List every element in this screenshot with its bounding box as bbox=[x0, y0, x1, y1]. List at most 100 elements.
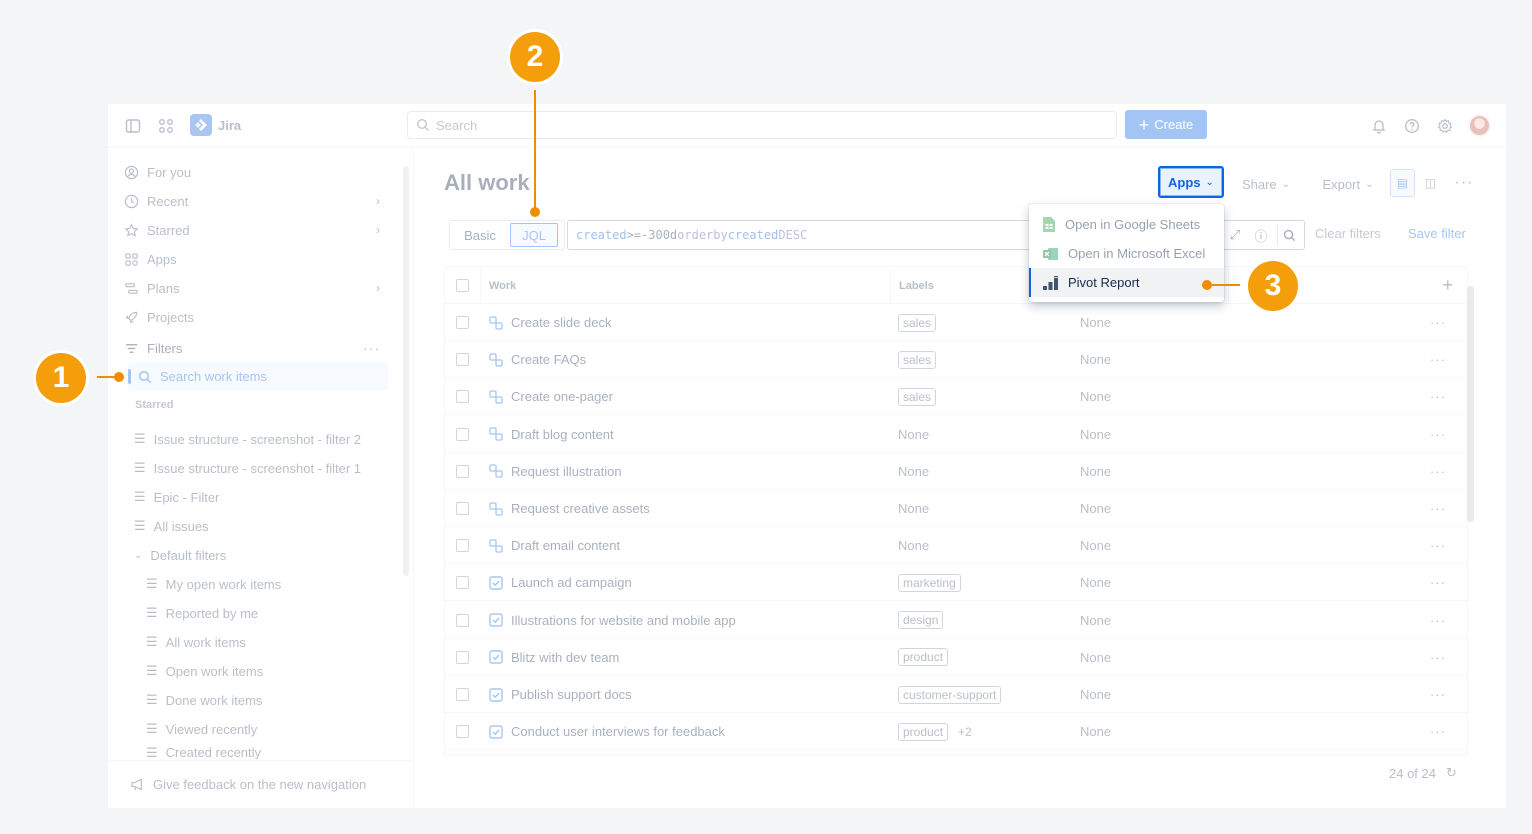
clear-filters-button[interactable]: Clear filters bbox=[1315, 226, 1381, 241]
sidebar-toggle-icon[interactable] bbox=[124, 117, 142, 135]
starred-filter-item[interactable]: ☰ Issue structure - screenshot - filter 1 bbox=[134, 455, 388, 481]
basic-mode-tab[interactable]: Basic bbox=[452, 223, 508, 247]
work-item-title[interactable]: Request creative assets bbox=[511, 501, 650, 516]
row-checkbox[interactable] bbox=[456, 390, 469, 404]
table-row[interactable]: Draft email content None None ··· bbox=[445, 527, 1467, 565]
label-lozenge[interactable]: sales bbox=[898, 313, 937, 332]
default-filter-item[interactable]: ☰ Open work items bbox=[146, 658, 388, 684]
default-filter-item[interactable]: ☰ Viewed recently bbox=[146, 716, 388, 742]
apps-button[interactable]: Apps ⌄ bbox=[1158, 166, 1224, 198]
row-more-icon[interactable]: ··· bbox=[1430, 613, 1446, 628]
starred-filter-item[interactable]: ☰ Epic - Filter bbox=[134, 484, 388, 510]
work-item-title[interactable]: Request illustration bbox=[511, 464, 622, 479]
help-icon[interactable] bbox=[1402, 116, 1422, 136]
row-more-icon[interactable]: ··· bbox=[1430, 538, 1446, 553]
global-search-input[interactable]: Search bbox=[407, 111, 1117, 139]
sidebar-item-plans[interactable]: Plans › bbox=[124, 275, 388, 301]
row-more-icon[interactable]: ··· bbox=[1430, 352, 1446, 367]
list-view-icon[interactable]: ▤ bbox=[1390, 169, 1415, 197]
table-row[interactable]: Illustrations for website and mobile app… bbox=[445, 602, 1467, 639]
sidebar-item-for-you[interactable]: For you bbox=[124, 159, 388, 185]
work-item-title[interactable]: Publish support docs bbox=[511, 687, 632, 702]
work-item-title[interactable]: Create slide deck bbox=[511, 315, 611, 330]
column-header-work[interactable]: Work bbox=[481, 267, 891, 304]
search-icon[interactable] bbox=[1277, 224, 1301, 246]
refresh-icon[interactable]: ↻ bbox=[1446, 765, 1457, 781]
default-filter-item[interactable]: ☰ Done work items bbox=[146, 687, 388, 713]
table-row[interactable]: Request creative assets None None ··· bbox=[445, 490, 1467, 527]
feedback-link[interactable]: Give feedback on the new navigation bbox=[108, 760, 414, 808]
row-checkbox[interactable] bbox=[456, 613, 469, 627]
row-more-icon[interactable]: ··· bbox=[1430, 464, 1446, 479]
save-filter-button[interactable]: Save filter bbox=[1408, 226, 1466, 241]
sidebar-item-projects[interactable]: Projects bbox=[124, 304, 388, 330]
sidebar-item-apps[interactable]: Apps bbox=[124, 246, 388, 272]
export-button[interactable]: Export ⌄ bbox=[1313, 169, 1383, 199]
work-item-title[interactable]: Blitz with dev team bbox=[511, 650, 619, 665]
default-filter-item[interactable]: ☰ All work items bbox=[146, 629, 388, 655]
row-more-icon[interactable]: ··· bbox=[1430, 575, 1446, 590]
more-actions-icon[interactable]: ··· bbox=[1449, 169, 1479, 197]
row-checkbox[interactable] bbox=[456, 353, 469, 367]
more-labels-count[interactable]: +2 bbox=[958, 725, 972, 739]
default-filter-item[interactable]: ☰ Created recently bbox=[146, 745, 388, 759]
work-item-title[interactable]: Launch ad campaign bbox=[511, 575, 632, 590]
menu-item-pivot-report[interactable]: Pivot Report bbox=[1029, 268, 1224, 297]
sidebar-scrollbar[interactable] bbox=[403, 166, 409, 576]
row-more-icon[interactable]: ··· bbox=[1430, 427, 1446, 442]
table-row[interactable]: Blitz with dev team product None ··· bbox=[445, 639, 1467, 676]
label-lozenge[interactable]: customer-support bbox=[898, 685, 1002, 704]
help-icon[interactable]: ⓘ bbox=[1251, 224, 1271, 246]
table-row[interactable]: Create slide deck sales None ··· bbox=[445, 304, 1467, 341]
sidebar-item-filters[interactable]: Filters ··· bbox=[124, 335, 388, 361]
expand-icon[interactable]: ⤢ bbox=[1225, 224, 1245, 246]
work-item-title[interactable]: Illustrations for website and mobile app bbox=[511, 613, 736, 628]
row-more-icon[interactable]: ··· bbox=[1430, 724, 1446, 739]
table-scrollbar[interactable] bbox=[1467, 286, 1474, 522]
table-row[interactable]: Request illustration None None ··· bbox=[445, 453, 1467, 490]
sidebar-item-starred[interactable]: Starred › bbox=[124, 217, 388, 243]
table-row[interactable]: Draft blog content None None ··· bbox=[445, 416, 1467, 453]
row-checkbox[interactable] bbox=[456, 650, 469, 664]
row-checkbox[interactable] bbox=[456, 427, 469, 441]
row-checkbox[interactable] bbox=[456, 502, 469, 515]
row-checkbox[interactable] bbox=[456, 464, 469, 478]
jql-mode-tab[interactable]: JQL bbox=[510, 223, 558, 247]
chevron-right-icon[interactable]: › bbox=[376, 281, 380, 295]
share-button[interactable]: Share ⌄ bbox=[1235, 169, 1297, 199]
work-item-title[interactable]: Create one-pager bbox=[511, 389, 613, 404]
label-lozenge[interactable]: marketing bbox=[898, 573, 961, 592]
row-more-icon[interactable]: ··· bbox=[1430, 687, 1446, 702]
table-row[interactable]: Publish support docs customer-support None… bbox=[445, 676, 1467, 713]
sidebar-item-recent[interactable]: Recent › bbox=[124, 188, 388, 214]
menu-item-excel[interactable]: Open in Microsoft Excel bbox=[1029, 239, 1224, 268]
user-avatar[interactable] bbox=[1468, 114, 1491, 137]
default-filter-item[interactable]: ☰ Reported by me bbox=[146, 600, 388, 626]
row-checkbox[interactable] bbox=[456, 725, 469, 739]
chevron-right-icon[interactable]: › bbox=[376, 223, 380, 237]
table-row[interactable]: Create FAQs sales None ··· bbox=[445, 341, 1467, 379]
row-more-icon[interactable]: ··· bbox=[1430, 650, 1446, 665]
table-row[interactable]: Create one-pager sales None ··· bbox=[445, 378, 1467, 416]
select-all-checkbox[interactable] bbox=[456, 279, 469, 292]
table-row[interactable]: Conduct user interviews for feedback prod… bbox=[445, 713, 1467, 751]
menu-item-google-sheets[interactable]: Open in Google Sheets bbox=[1029, 210, 1224, 239]
work-item-title[interactable]: Create FAQs bbox=[511, 352, 586, 367]
work-item-title[interactable]: Conduct user interviews for feedback bbox=[511, 724, 725, 739]
label-lozenge[interactable]: design bbox=[898, 611, 944, 630]
row-more-icon[interactable]: ··· bbox=[1430, 389, 1446, 404]
row-checkbox[interactable] bbox=[456, 316, 469, 329]
row-more-icon[interactable]: ··· bbox=[1430, 501, 1446, 516]
starred-filter-item[interactable]: ☰ All issues bbox=[134, 513, 388, 539]
bell-icon[interactable] bbox=[1369, 116, 1389, 136]
default-filters-toggle[interactable]: ⌄ Default filters bbox=[134, 542, 388, 568]
gear-icon[interactable] bbox=[1435, 116, 1455, 136]
starred-filter-item[interactable]: ☰ Issue structure - screenshot - filter 2 bbox=[134, 426, 388, 452]
label-lozenge[interactable]: product bbox=[898, 722, 949, 741]
default-filter-item[interactable]: ☰ My open work items bbox=[146, 571, 388, 597]
row-checkbox[interactable] bbox=[456, 539, 469, 553]
label-lozenge[interactable]: sales bbox=[898, 350, 937, 369]
chevron-right-icon[interactable]: › bbox=[376, 194, 380, 208]
row-more-icon[interactable]: ··· bbox=[1430, 315, 1446, 330]
detail-view-icon[interactable]: ◫ bbox=[1419, 169, 1442, 197]
